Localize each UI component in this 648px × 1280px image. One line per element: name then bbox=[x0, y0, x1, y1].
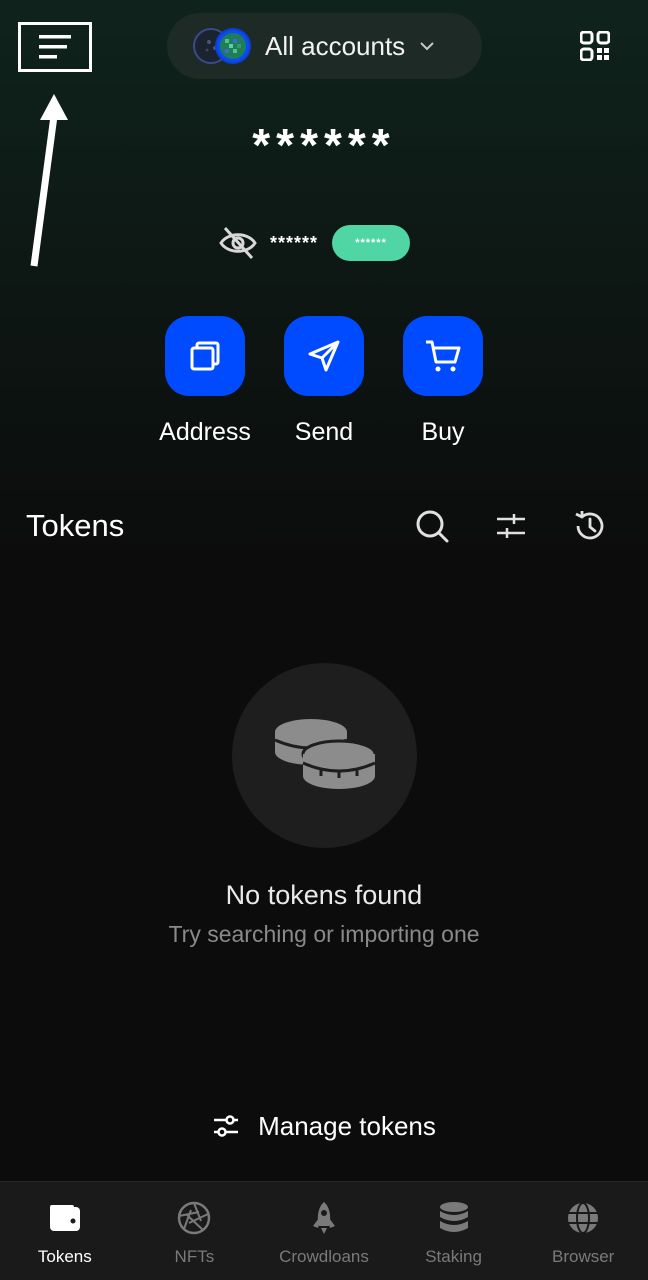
tokens-title: Tokens bbox=[26, 508, 125, 543]
send-icon bbox=[308, 340, 340, 372]
manage-tokens-button[interactable]: Manage tokens bbox=[0, 1106, 648, 1146]
buy-label: Buy bbox=[421, 418, 465, 446]
aperture-icon bbox=[178, 1201, 211, 1235]
tab-nfts[interactable]: NFTs bbox=[130, 1182, 260, 1280]
account-selector[interactable]: All accounts bbox=[167, 13, 482, 79]
menu-icon bbox=[39, 35, 71, 59]
eye-off-icon[interactable] bbox=[218, 223, 258, 263]
buy-tile[interactable] bbox=[403, 316, 483, 396]
tab-crowdloans[interactable]: Crowdloans bbox=[259, 1182, 389, 1280]
balance-change-badge: ****** bbox=[332, 225, 411, 261]
address-tile[interactable] bbox=[165, 316, 245, 396]
manage-tokens-label: Manage tokens bbox=[258, 1110, 436, 1141]
cart-icon bbox=[426, 340, 461, 372]
address-label: Address bbox=[159, 418, 251, 446]
tab-label: Browser bbox=[551, 1247, 615, 1266]
tab-label: Crowdloans bbox=[279, 1247, 369, 1266]
tab-tokens[interactable]: Tokens bbox=[0, 1182, 130, 1280]
send-button[interactable]: Send bbox=[264, 316, 384, 447]
tab-label: Tokens bbox=[37, 1247, 92, 1266]
send-tile[interactable] bbox=[284, 316, 364, 396]
filter-button[interactable] bbox=[491, 506, 531, 546]
coins-icon bbox=[273, 718, 376, 789]
search-button[interactable] bbox=[412, 506, 452, 546]
bottom-tab-bar: Tokens NFTs Crowdloans Staking Browser bbox=[0, 1181, 648, 1280]
rocket-icon bbox=[312, 1202, 335, 1234]
buy-button[interactable]: Buy bbox=[383, 316, 503, 447]
globe-icon bbox=[568, 1202, 599, 1234]
tab-browser[interactable]: Browser bbox=[518, 1182, 648, 1280]
account-avatars bbox=[193, 26, 253, 66]
qr-code-icon[interactable] bbox=[580, 31, 610, 61]
history-button[interactable] bbox=[570, 506, 610, 546]
balance-change-value: ****** bbox=[270, 232, 319, 253]
empty-state-title: No tokens found bbox=[225, 880, 423, 910]
account-name: All accounts bbox=[265, 30, 406, 61]
send-label: Send bbox=[294, 418, 354, 446]
copy-icon bbox=[190, 341, 220, 371]
balance-sub-row: ****** ****** bbox=[218, 223, 411, 263]
tab-label: NFTs bbox=[174, 1247, 215, 1266]
history-icon bbox=[575, 511, 604, 540]
chevron-down-icon bbox=[420, 42, 434, 51]
avatar bbox=[215, 28, 251, 64]
total-balance: ****** bbox=[252, 119, 396, 171]
address-button[interactable]: Address bbox=[145, 316, 265, 447]
manage-sliders-icon bbox=[214, 1115, 239, 1137]
tab-label: Staking bbox=[425, 1247, 482, 1266]
menu-button[interactable] bbox=[18, 22, 92, 72]
database-icon bbox=[439, 1202, 468, 1232]
search-icon bbox=[416, 510, 449, 543]
empty-state-illustration bbox=[232, 663, 417, 848]
wallet-icon bbox=[49, 1205, 80, 1231]
tab-staking[interactable]: Staking bbox=[389, 1182, 519, 1280]
empty-state-subtitle: Try searching or importing one bbox=[168, 921, 480, 947]
sliders-icon bbox=[497, 514, 525, 538]
